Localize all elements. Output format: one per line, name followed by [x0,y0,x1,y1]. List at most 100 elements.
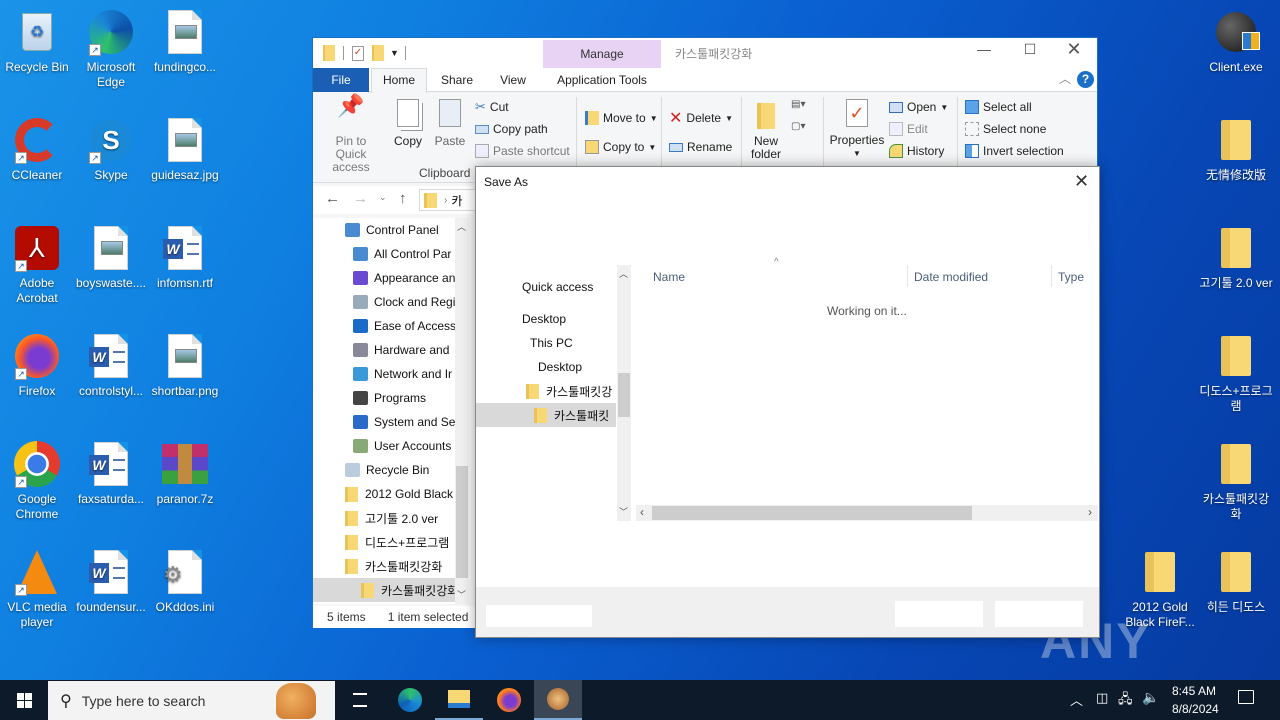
edit-button[interactable]: Edit [889,118,948,140]
desktop-icon[interactable]: ↗ CCleaner [0,116,75,183]
task-view-button[interactable] [336,680,384,720]
taskbar-edge[interactable] [386,680,434,720]
scroll-down-icon[interactable]: ﹀ [457,588,466,601]
delete-button[interactable]: ✕ Delete ▼ [669,103,733,133]
dialog-nav-item[interactable]: Desktop [476,307,616,331]
scroll-up-icon[interactable]: ︿ [619,267,628,280]
properties-quick-icon[interactable]: ✓ [352,45,364,61]
close-button[interactable]: ✕ [1057,39,1091,60]
properties-button[interactable]: ✓ Properties ▼ [829,99,885,160]
scroll-thumb[interactable] [456,466,468,578]
nav-tree-item[interactable]: 고기툴 2.0 ver [313,506,455,530]
desktop-icon[interactable]: S ↗ Skype [73,116,149,183]
scroll-up-icon[interactable]: ︿ [457,220,466,233]
dialog-nav-item[interactable]: This PC [476,331,616,355]
rename-button[interactable]: Rename [669,133,733,161]
new-item-button[interactable]: ▤▾ [791,99,805,110]
hide-folders-button[interactable] [486,605,592,627]
nav-tree-item[interactable]: 카스툴패킷강화 [313,578,455,602]
scroll-down-icon[interactable]: ﹀ [619,505,628,518]
copy-path-button[interactable]: Copy path [475,118,570,140]
help-icon[interactable]: ? [1077,71,1094,88]
desktop-icon[interactable]: fundingco... [147,8,223,75]
paste-button[interactable]: Paste [431,99,469,148]
new-folder-button[interactable]: New folder [745,103,787,161]
forward-arrow-icon[interactable]: → [353,190,368,207]
dialog-nav-item[interactable]: 카스툴패킷강 [476,379,616,403]
scroll-thumb[interactable] [618,373,630,417]
desktop-icon[interactable]: paranor.7z [147,440,223,507]
minimize-button[interactable]: — [967,41,1001,57]
horizontal-scrollbar[interactable]: ‹ › [636,505,1098,521]
dialog-nav-item[interactable]: Quick access [476,275,616,299]
nav-tree-item[interactable]: 2012 Gold Black [313,482,455,506]
desktop-icon[interactable]: guidesaz.jpg [147,116,223,183]
save-button[interactable] [895,601,983,627]
nav-tree-item[interactable]: Network and Ir [313,362,455,386]
nav-tree-item[interactable]: User Accounts [313,434,455,458]
nav-tree-item[interactable]: Clock and Regi [313,290,455,314]
desktop-icon[interactable]: Client.exe [1198,8,1274,75]
taskbar-firefox[interactable] [485,680,533,720]
maximize-button[interactable]: ☐ [1013,41,1047,58]
pin-quick-access-button[interactable]: 📌 Pin to Quick access [319,95,383,174]
invert-selection-button[interactable]: Invert selection [965,140,1064,162]
notifications-icon[interactable] [1238,690,1254,704]
move-to-button[interactable]: Move to ▼ [585,103,658,133]
column-name[interactable]: Name [653,270,685,284]
meet-now-icon[interactable]: ◫ [1096,690,1108,706]
clock-time[interactable]: 8:45 AM [1172,684,1216,698]
nav-tree-item[interactable]: System and Se [313,410,455,434]
tab-share[interactable]: Share [431,68,483,92]
nav-tree-item[interactable]: All Control Par [313,242,455,266]
new-folder-quick-icon[interactable] [372,45,384,61]
dialog-close-button[interactable]: ✕ [1074,171,1089,192]
desktop-icon[interactable]: ↗ Firefox [0,332,75,399]
collapse-ribbon-icon[interactable]: ︿ [1059,70,1071,87]
desktop-icon[interactable]: boyswaste.... [73,224,149,291]
scroll-left-icon[interactable]: ‹ [640,505,644,519]
h-scroll-thumb[interactable] [652,506,972,520]
copy-button[interactable]: Copy [389,99,427,148]
column-date-modified[interactable]: Date modified [914,270,988,284]
nav-tree-item[interactable]: Ease of Access [313,314,455,338]
nav-tree-item[interactable]: Hardware and [313,338,455,362]
easy-access-button[interactable]: ▢▾ [791,121,805,132]
select-none-button[interactable]: Select none [965,118,1064,140]
search-box[interactable]: ⚲ Type here to search [48,681,335,720]
recent-locations-icon[interactable]: ⌄ [379,192,387,203]
taskbar-running-app[interactable] [534,680,582,720]
nav-tree-item[interactable]: Control Panel [313,218,455,242]
folder-quick-icon[interactable] [323,45,335,61]
copy-to-button[interactable]: Copy to ▼ [585,133,658,161]
taskbar-file-explorer[interactable] [435,680,483,720]
dialog-nav-item[interactable]: 카스툴패킷 [476,403,616,427]
select-all-button[interactable]: Select all [965,96,1064,118]
paste-shortcut-button[interactable]: Paste shortcut [475,140,570,162]
nav-tree-item[interactable]: Recycle Bin [313,458,455,482]
desktop-icon[interactable]: ↗ VLC media player [0,548,75,630]
network-icon[interactable]: 🖧 [1118,690,1133,712]
desktop-icon[interactable]: ⅄ ↗ Adobe Acrobat [0,224,75,306]
nav-tree-item[interactable]: Programs [313,386,455,410]
nav-tree-item[interactable]: 카스툴패킷강화 [313,554,455,578]
cut-button[interactable]: ✂ Cut [475,96,570,118]
column-type[interactable]: Type [1058,270,1084,284]
desktop-icon[interactable]: ⚙ OKddos.ini [147,548,223,615]
customize-quick-access-icon[interactable]: ▼ [390,48,399,58]
nav-tree-item[interactable]: 디도스+프로그램 [313,530,455,554]
back-arrow-icon[interactable]: ← [325,190,340,207]
desktop-icon[interactable]: Wfoundensur... [73,548,149,615]
tab-view[interactable]: View [488,68,538,92]
desktop-icon[interactable]: Wcontrolstyl... [73,332,149,399]
desktop-icon[interactable]: 无情修改版 [1198,116,1274,183]
volume-icon[interactable]: 🔈 [1142,689,1159,706]
start-button[interactable] [0,680,48,720]
desktop-icon[interactable]: 카스툴패킷강화 [1198,440,1274,522]
scroll-right-icon[interactable]: › [1088,505,1092,519]
up-arrow-icon[interactable]: ↑ [399,190,407,207]
desktop-icon[interactable]: ↗ Microsoft Edge [73,8,149,90]
tab-application-tools[interactable]: Application Tools [543,68,661,92]
desktop-icon[interactable]: Winfomsn.rtf [147,224,223,291]
desktop-icon[interactable]: 디도스+프로그램 [1198,332,1274,414]
